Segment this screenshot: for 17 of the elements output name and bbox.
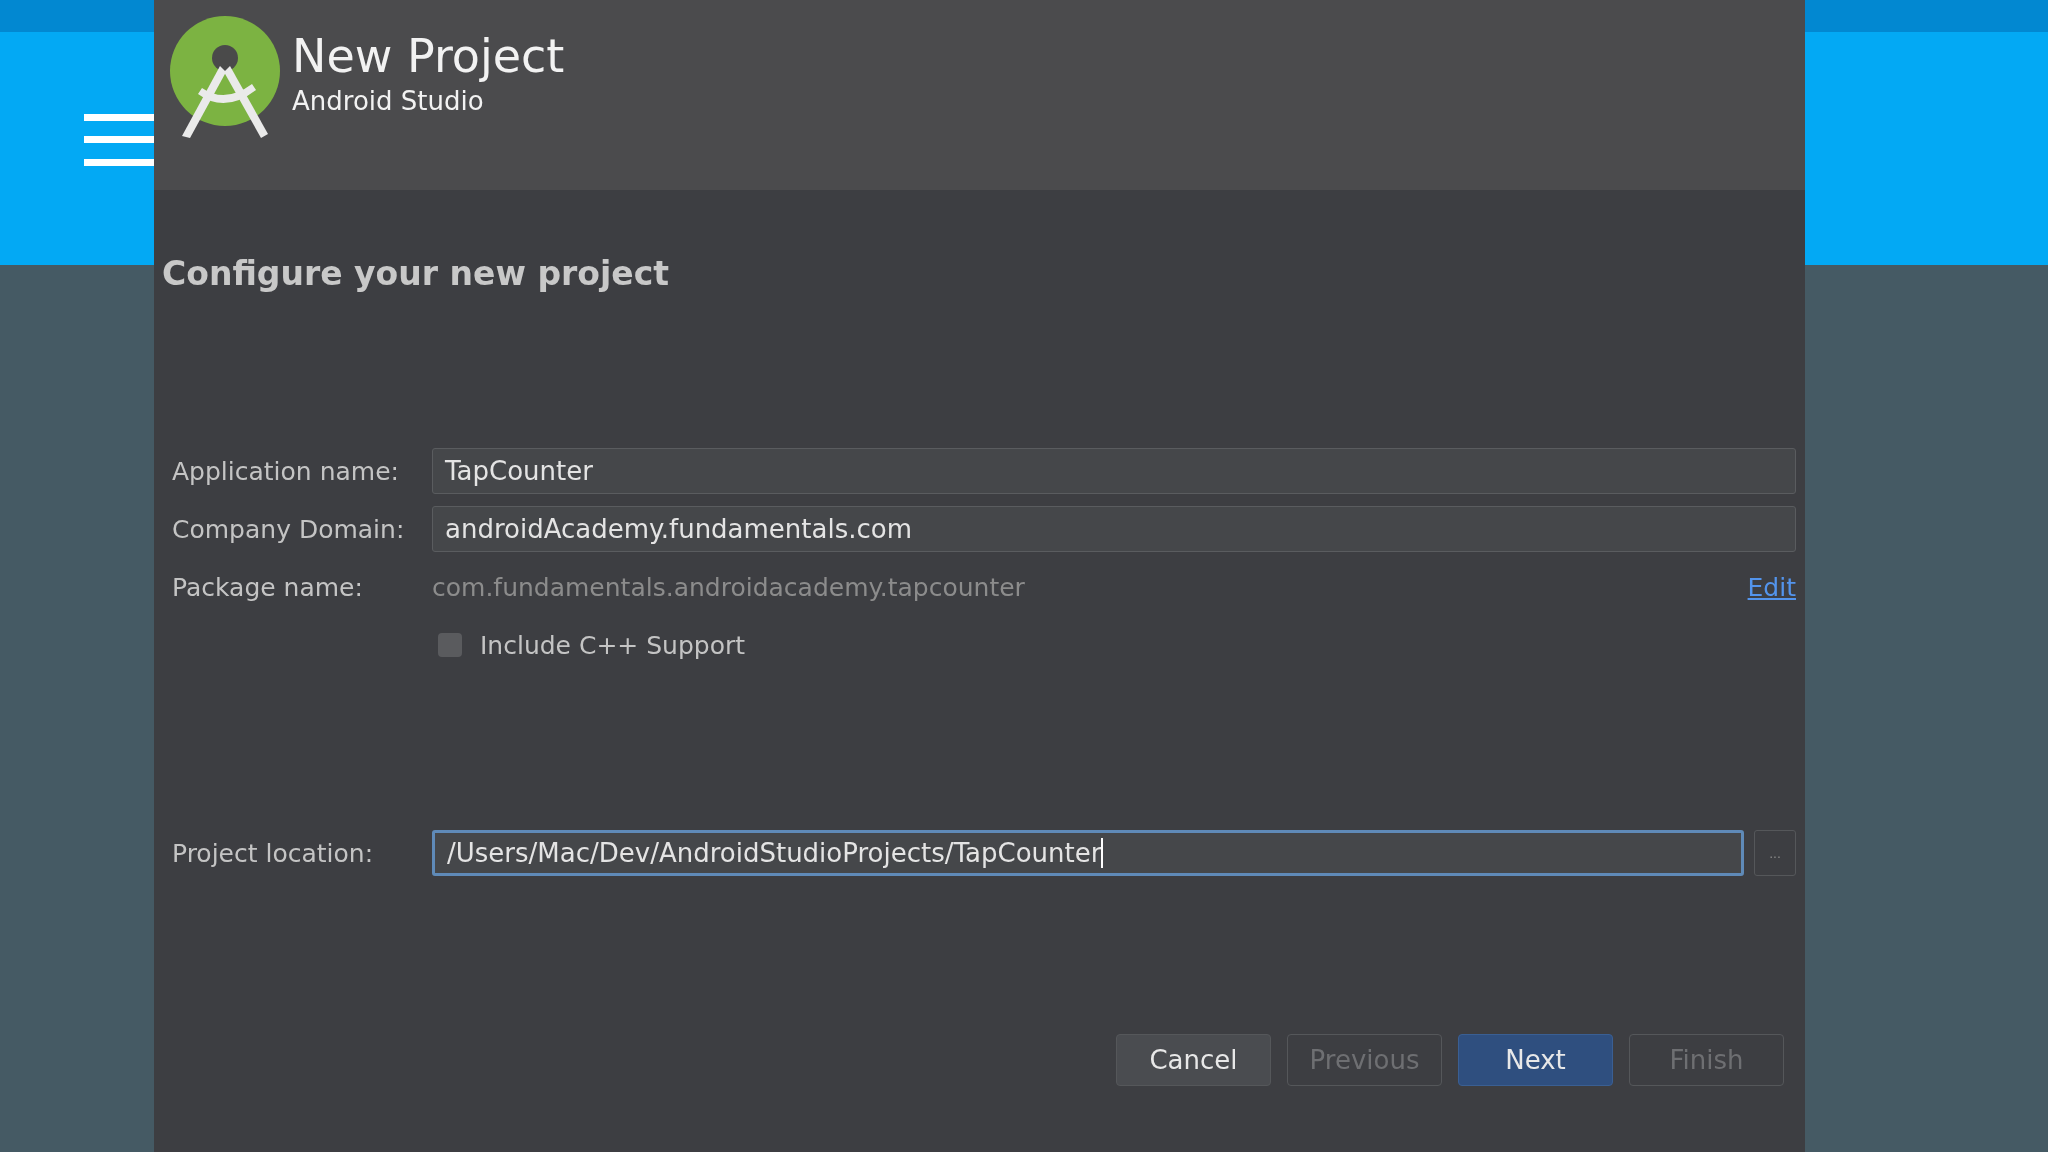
menu-icon[interactable] [84,113,154,166]
field-label: Project location: [172,838,375,868]
checkbox[interactable] [438,633,462,657]
input-field[interactable]: TapCounter [432,448,1796,494]
page-heading: Configure your new project [162,254,670,293]
field-label: Company Domain: [172,514,406,544]
field-label: Application name: [172,456,400,486]
field-label: Package name: [172,572,364,602]
input-field[interactable]: androidAcademy.fundamentals.com [432,506,1796,552]
dialog-button[interactable]: Next [1458,1034,1613,1086]
dialog-title: New Project [292,32,565,81]
edit-link[interactable]: Edit [1747,572,1796,602]
checkbox-label: Include C++ Support [480,630,746,660]
package-name-value: com.fundamentals.androidacademy.tapcounter [432,572,1025,602]
dialog-button[interactable]: Cancel [1116,1034,1271,1086]
dialog-subtitle: Android Studio [292,86,485,117]
input-field[interactable]: /Users/Mac/Dev/AndroidStudioProjects/TapCounter [432,830,1744,876]
